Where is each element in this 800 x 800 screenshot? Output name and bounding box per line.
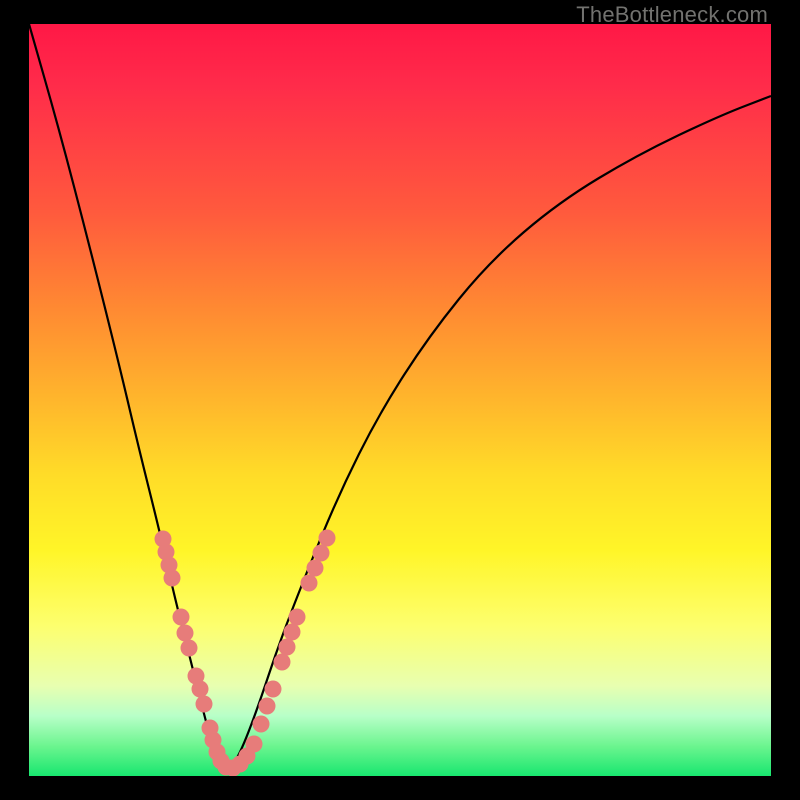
bead-point bbox=[164, 570, 181, 587]
bead-point bbox=[246, 736, 263, 753]
bottleneck-curve bbox=[29, 24, 771, 768]
bead-point bbox=[313, 545, 330, 562]
bead-point bbox=[289, 609, 306, 626]
chart-frame bbox=[29, 24, 771, 776]
bead-point bbox=[205, 732, 222, 749]
bead-point bbox=[173, 609, 190, 626]
gradient-plot-area bbox=[29, 24, 771, 776]
bead-point bbox=[155, 531, 172, 548]
bead-point bbox=[188, 668, 205, 685]
bead-point bbox=[177, 625, 194, 642]
bead-point bbox=[239, 748, 256, 765]
bead-point bbox=[192, 681, 209, 698]
bead-point bbox=[161, 557, 178, 574]
bead-point bbox=[319, 530, 336, 547]
bead-point bbox=[307, 560, 324, 577]
bead-point bbox=[209, 744, 226, 761]
bead-point bbox=[218, 759, 235, 776]
bead-point bbox=[265, 681, 282, 698]
bead-point bbox=[196, 696, 213, 713]
chart-svg bbox=[29, 24, 771, 776]
bead-point bbox=[232, 756, 249, 773]
watermark-text: TheBottleneck.com bbox=[576, 2, 768, 28]
bead-points-group bbox=[155, 530, 336, 777]
bead-point bbox=[253, 716, 270, 733]
bead-point bbox=[213, 753, 230, 770]
bead-point bbox=[274, 654, 291, 671]
bead-point bbox=[202, 720, 219, 737]
bead-point bbox=[279, 639, 296, 656]
bead-point bbox=[259, 698, 276, 715]
bead-point bbox=[158, 544, 175, 561]
bead-point bbox=[301, 575, 318, 592]
bead-point bbox=[225, 760, 242, 777]
bead-point bbox=[284, 624, 301, 641]
bead-point bbox=[181, 640, 198, 657]
